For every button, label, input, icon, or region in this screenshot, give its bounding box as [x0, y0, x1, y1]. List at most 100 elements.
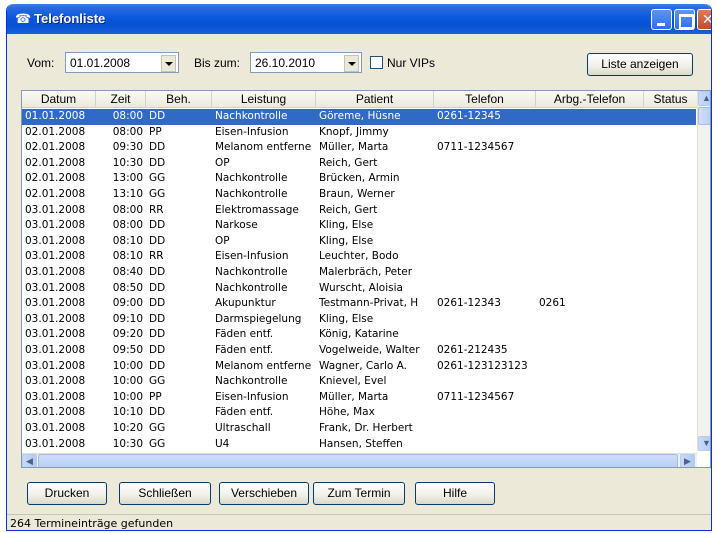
column-header-datum[interactable]: Datum	[22, 91, 96, 108]
table-cell: 03.01.2008	[25, 281, 86, 294]
go-to-appointment-button[interactable]: Zum Termin	[313, 482, 405, 505]
table-cell	[434, 265, 536, 280]
table-cell	[536, 265, 644, 280]
table-row[interactable]: 02.01.2008 10:30 DD OP Reich, Gert	[22, 156, 696, 172]
close-button[interactable]: Schließen	[119, 482, 211, 505]
table-row[interactable]: 02.01.2008 08:00 PP Eisen-Infusion Knopf, Ji…	[22, 125, 696, 141]
table-cell: PP	[149, 390, 162, 403]
table-row[interactable]: 03.01.2008 10:20 GG Ultraschall Frank, Dr. H…	[22, 421, 696, 437]
scroll-down-button[interactable]: ▼	[698, 436, 710, 451]
table-row[interactable]: 03.01.2008 10:00 PP Eisen-Infusion Müller, M…	[22, 390, 696, 406]
table-cell: Fäden entf.	[215, 406, 274, 419]
table-cell: DD	[149, 297, 166, 310]
table-cell	[644, 374, 696, 389]
table-cell: 0261-212435	[437, 344, 508, 356]
status-text: 264 Termineinträge gefunden	[10, 517, 174, 530]
table-row[interactable]: 02.01.2008 09:30 DD Melanom entferne Müller,…	[22, 140, 696, 156]
window-title: Telefonliste	[34, 11, 106, 26]
table-cell	[644, 234, 696, 249]
table-cell	[434, 156, 536, 171]
chevron-down-icon[interactable]	[344, 55, 359, 72]
table-cell: 08:00	[112, 219, 143, 232]
table-cell: 09:10	[112, 312, 143, 325]
column-header-status[interactable]: Status	[644, 91, 698, 108]
vip-only-checkbox[interactable]	[370, 56, 383, 69]
table-row[interactable]: 03.01.2008 08:10 DD OP Kling, Else	[22, 234, 696, 250]
table-cell: 13:10	[112, 188, 143, 200]
table-row[interactable]: 03.01.2008 09:00 DD Akupunktur Testmann-Priv…	[22, 296, 696, 312]
column-header-telefon[interactable]: Telefon	[434, 91, 536, 108]
table-cell	[644, 125, 696, 140]
table-row[interactable]: 03.01.2008 08:40 DD Nachkontrolle Malerbräch…	[22, 265, 696, 281]
table-cell	[644, 421, 696, 436]
table-cell: 03.01.2008	[25, 312, 86, 325]
horizontal-scrollbar[interactable]: ◀ ▶	[22, 453, 697, 467]
horizontal-scroll-thumb[interactable]	[38, 454, 678, 467]
table-row[interactable]: 02.01.2008 13:10 GG Nachkontrolle Braun, Wer…	[22, 187, 696, 203]
table-cell	[434, 421, 536, 436]
print-button[interactable]: Drucken	[27, 482, 107, 505]
column-header-leistung[interactable]: Leistung	[212, 91, 316, 108]
move-button[interactable]: Verschieben	[219, 482, 309, 505]
column-header-zeit[interactable]: Zeit	[96, 91, 146, 108]
table-row[interactable]: 03.01.2008 08:50 DD Nachkontrolle Wurscht, A…	[22, 281, 696, 297]
title-bar[interactable]: ☎ Telefonliste	[7, 4, 711, 34]
table-cell: 03.01.2008	[25, 422, 86, 434]
table-row[interactable]: 03.01.2008 10:30 GG U4 Hansen, Steffen	[22, 437, 696, 453]
table-row[interactable]: 03.01.2008 09:50 DD Fäden entf. Vogelweide, …	[22, 343, 696, 359]
scroll-up-button[interactable]: ▲	[698, 91, 711, 106]
column-header-arbg-telefon[interactable]: Arbg.-Telefon	[536, 91, 644, 108]
table-cell: Höhe, Max	[319, 406, 375, 419]
table-cell: GG	[149, 437, 166, 450]
table-row[interactable]: 03.01.2008 10:00 DD Melanom entferne Wagner,…	[22, 359, 696, 375]
table-cell: DD	[149, 328, 166, 341]
column-header-patient[interactable]: Patient	[316, 91, 434, 108]
table-row[interactable]: 03.01.2008 10:10 DD Fäden entf. Höhe, Max	[22, 405, 696, 421]
table-cell: Müller, Marta	[319, 390, 389, 403]
table-cell	[644, 203, 696, 218]
table-row[interactable]: 03.01.2008 09:10 DD Darmspiegelung Kling, El…	[22, 312, 696, 328]
to-date-picker[interactable]: 26.10.2010	[250, 52, 362, 73]
show-list-button[interactable]: Liste anzeigen	[587, 53, 693, 76]
from-date-picker[interactable]: 01.01.2008	[65, 52, 179, 73]
table-cell	[536, 249, 644, 264]
vertical-scrollbar[interactable]: ▲ ▼	[697, 91, 711, 451]
table-cell: 01.01.2008	[25, 110, 86, 122]
appointments-table[interactable]: Datum Zeit Beh. Leistung Patient Telefon…	[21, 90, 711, 468]
minimize-button[interactable]	[651, 9, 672, 30]
scroll-left-button[interactable]: ◀	[22, 454, 37, 467]
column-header-beh[interactable]: Beh.	[146, 91, 212, 108]
table-cell: Knievel, Evel	[319, 375, 387, 388]
table-cell	[536, 203, 644, 218]
table-cell: 10:30	[112, 156, 143, 169]
table-row[interactable]: 03.01.2008 08:00 DD Narkose Kling, Else	[22, 218, 696, 234]
table-cell: Müller, Marta	[319, 141, 389, 154]
table-row[interactable]: 02.01.2008 13:00 GG Nachkontrolle Brücken, A…	[22, 171, 696, 187]
table-header: Datum Zeit Beh. Leistung Patient Telefon…	[22, 91, 698, 108]
table-cell	[434, 327, 536, 342]
maximize-button[interactable]	[674, 9, 695, 30]
table-cell	[434, 218, 536, 233]
table-cell	[536, 421, 644, 436]
table-cell: Reich, Gert	[319, 203, 378, 216]
scroll-right-button[interactable]: ▶	[680, 454, 695, 467]
table-cell: 02.01.2008	[25, 141, 86, 154]
chevron-up-icon: ▲	[702, 93, 711, 103]
table-cell	[644, 218, 696, 233]
table-cell: 03.01.2008	[25, 437, 86, 450]
vertical-scroll-thumb[interactable]	[698, 107, 710, 125]
chevron-down-icon[interactable]	[161, 55, 176, 72]
table-row[interactable]: 03.01.2008 10:00 GG Nachkontrolle Knievel, E…	[22, 374, 696, 390]
table-row[interactable]: 03.01.2008 09:20 DD Fäden entf. König, Katar…	[22, 327, 696, 343]
table-row[interactable]: 03.01.2008 08:00 RR Elektromassage Reich, Ge…	[22, 203, 696, 219]
table-cell: 08:40	[112, 266, 143, 278]
table-cell: DD	[149, 281, 166, 294]
table-row[interactable]: 01.01.2008 08:00 DD Nachkontrolle Göreme, Hü…	[22, 109, 696, 125]
table-cell: 08:50	[112, 281, 143, 294]
table-row[interactable]: 03.01.2008 08:10 RR Eisen-Infusion Leuchter,…	[22, 249, 696, 265]
table-cell: Darmspiegelung	[215, 312, 302, 325]
close-window-button[interactable]	[697, 9, 711, 30]
table-cell	[536, 374, 644, 389]
help-button[interactable]: Hilfe	[415, 482, 495, 505]
table-cell: Testmann-Privat, H	[319, 297, 419, 310]
